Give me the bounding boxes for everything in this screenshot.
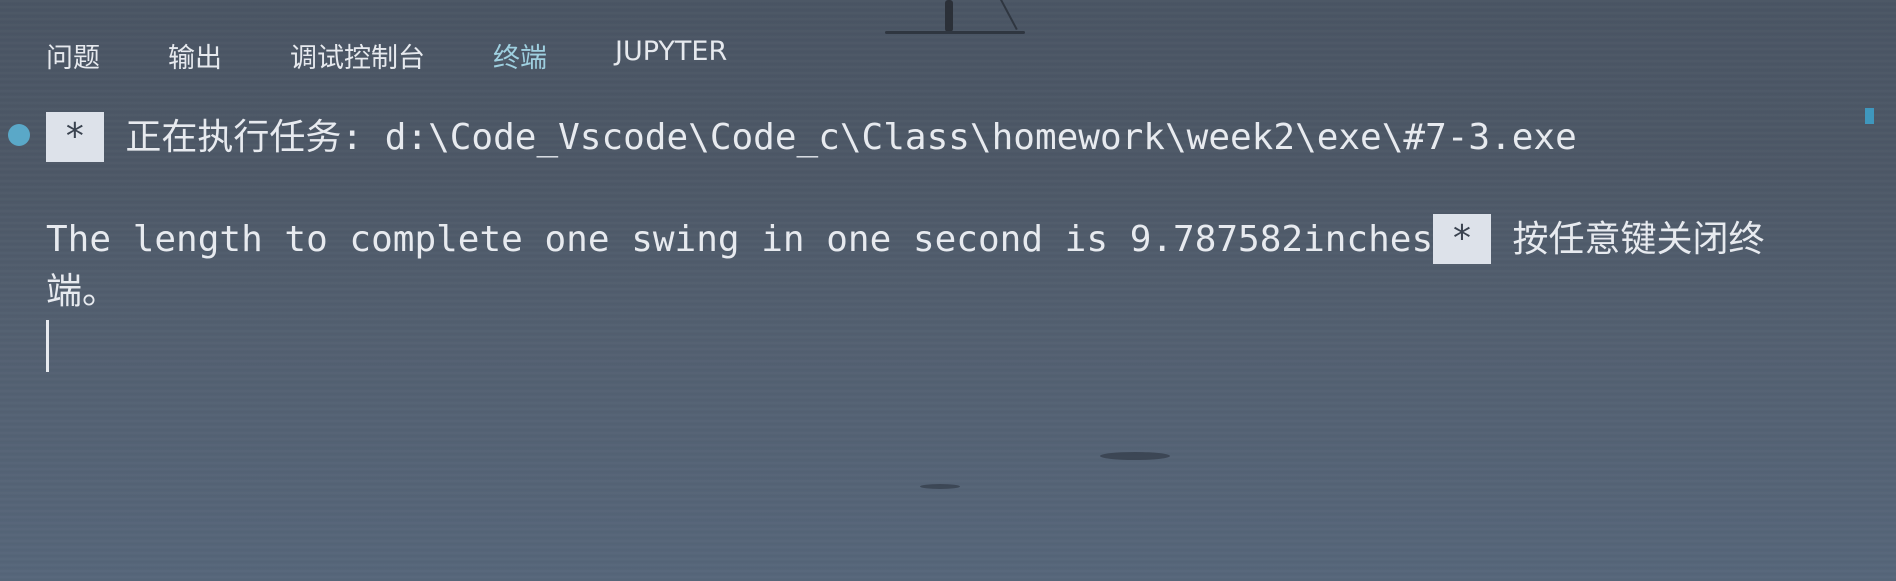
output-text: The length to complete one swing in one … [46,219,1434,260]
terminal-output[interactable]: * 正在执行任务: d:\Code_Vscode\Code_c\Class\ho… [46,112,1846,372]
terminal-cursor [46,320,49,372]
task-command: 正在执行任务: d:\Code_Vscode\Code_c\Class\home… [125,117,1577,158]
program-output: The length to complete one swing in one … [46,214,1830,318]
task-line: * 正在执行任务: d:\Code_Vscode\Code_c\Class\ho… [46,112,1846,164]
task-star-badge: * [46,112,104,162]
tab-terminal[interactable]: 终端 [493,36,547,75]
background-paddler [945,0,953,32]
task-status-dot-icon [8,124,30,146]
panel-tabs: 问题 输出 调试控制台 终端 JUPYTER [46,36,795,75]
tab-problems[interactable]: 问题 [46,36,100,75]
background-ripple [920,484,960,489]
tab-jupyter[interactable]: JUPYTER [615,36,727,75]
background-paddle [1000,0,1018,31]
tab-debug-console[interactable]: 调试控制台 [290,36,425,75]
scrollbar-marker[interactable] [1865,108,1874,124]
tab-output[interactable]: 输出 [168,36,222,75]
background-board [885,31,1025,34]
close-star-badge: * [1433,214,1491,264]
background-ripple [1100,452,1170,460]
